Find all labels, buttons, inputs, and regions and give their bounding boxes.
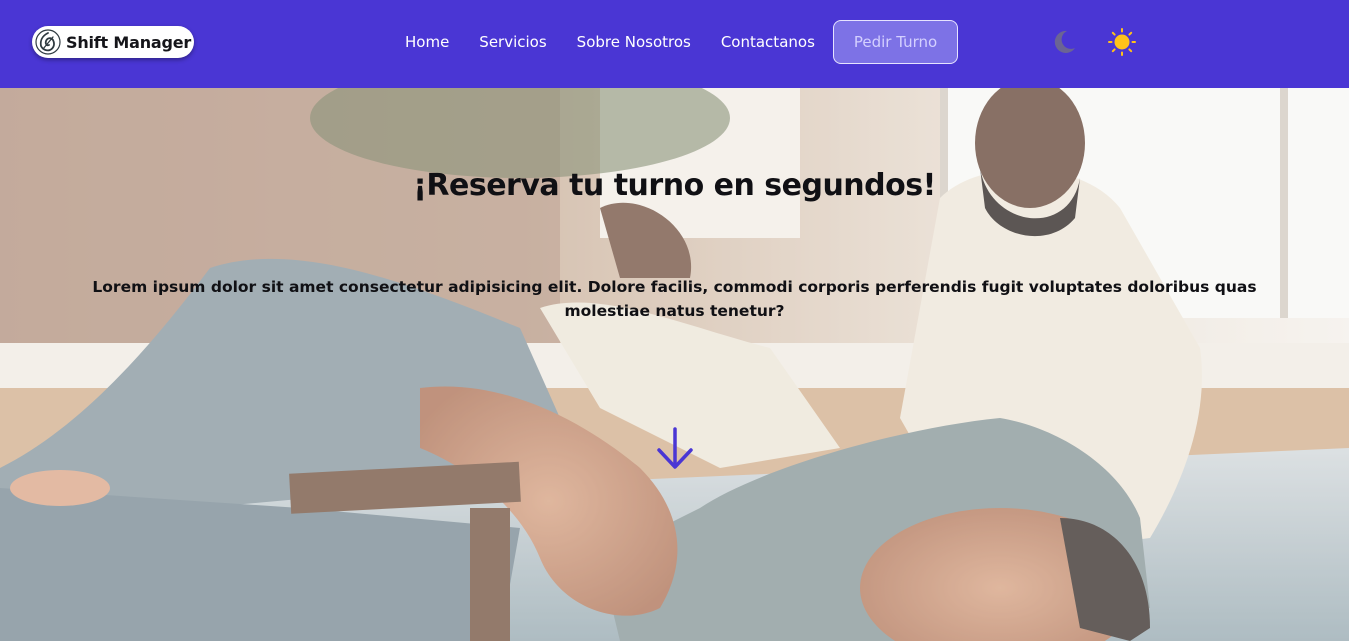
moon-icon — [1054, 30, 1075, 53]
nav-link-servicios[interactable]: Servicios — [479, 32, 546, 52]
brand-name: Shift Manager — [66, 32, 192, 52]
main-nav: Home Servicios Sobre Nosotros Contactano… — [405, 32, 845, 52]
nav-link-home[interactable]: Home — [405, 32, 449, 52]
sun-icon — [1108, 28, 1136, 56]
dark-mode-toggle[interactable] — [1048, 26, 1080, 58]
shield-leaf-logo-icon — [35, 29, 61, 55]
nav-link-sobre-nosotros[interactable]: Sobre Nosotros — [577, 32, 691, 52]
navbar: Shift Manager Home Servicios Sobre Nosot… — [0, 0, 1349, 88]
brand-logo-link[interactable]: Shift Manager — [32, 26, 194, 58]
nav-link-contactanos[interactable]: Contactanos — [721, 32, 815, 52]
light-mode-toggle[interactable] — [1106, 26, 1138, 58]
pedir-turno-button[interactable]: Pedir Turno — [833, 20, 958, 64]
arrow-down-icon[interactable] — [655, 426, 695, 472]
hero-title: ¡Reserva tu turno en segundos! — [413, 168, 936, 203]
hero-description: Lorem ipsum dolor sit amet consectetur a… — [92, 278, 1257, 320]
hero-section: ¡Reserva tu turno en segundos! Lorem ips… — [0, 88, 1349, 641]
